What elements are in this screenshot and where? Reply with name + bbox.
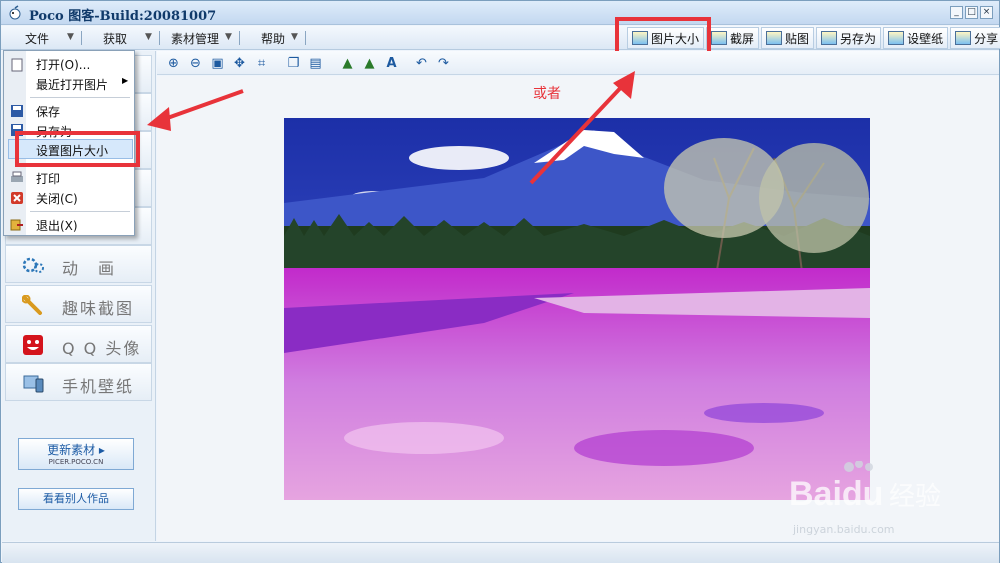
svg-text:经验: 经验	[889, 482, 941, 512]
baidu-watermark: Baidu 经验 jingyan.baidu.com	[789, 460, 989, 541]
arrow-head-icon	[147, 107, 171, 131]
app-window: Poco 图客-Build:20081007 _ □ × 文件 ▼ 获取 ▼ 素…	[0, 0, 1000, 563]
svg-text:jingyan.baidu.com: jingyan.baidu.com	[792, 523, 895, 536]
baidu-logo-icon: Baidu 经验 jingyan.baidu.com	[789, 460, 941, 536]
annotation-text: 或者	[533, 86, 561, 102]
svg-text:Baidu: Baidu	[789, 475, 883, 513]
